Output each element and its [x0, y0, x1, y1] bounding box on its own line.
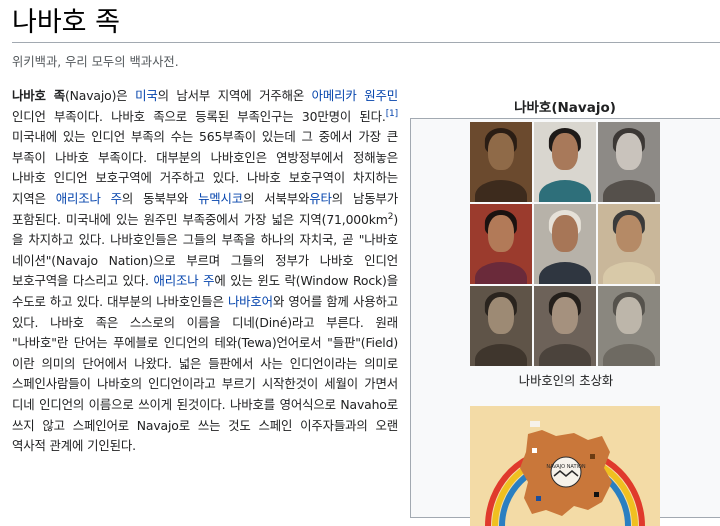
portrait-image [534, 286, 596, 366]
article-text: 의 동북부와 [121, 190, 199, 206]
portrait-image [598, 122, 660, 202]
link-utah[interactable]: 유타 [309, 191, 332, 206]
portrait-image [534, 204, 596, 284]
portrait-image [470, 122, 532, 202]
portrait-image [470, 204, 532, 284]
article-text: 와 영어를 함께 사용하고 있다. 나바호 족은 스스로의 이름을 디네(Din… [12, 293, 398, 454]
page-title: 나바호 족 [12, 7, 120, 38]
article-text: 의 남서부 지역에 거주해온 [157, 88, 312, 103]
portrait-image [534, 122, 596, 202]
article-paragraph: 나바호 족(Navajo)은 미국의 남서부 지역에 거주해온 아메리카 원주민… [12, 86, 398, 457]
navajo-nation-flag[interactable]: NAVAJO NATION [470, 406, 660, 526]
page-tagline: 위키백과, 우리 모두의 백과사전. [12, 55, 179, 69]
reference-link-1[interactable]: [1] [386, 108, 398, 118]
article-text: 인디언 부족이다. 나바호 족으로 등록된 부족인구는 30만명이 된다. [12, 108, 386, 124]
link-new-mexico[interactable]: 뉴멕시코 [198, 191, 243, 206]
link-native-americans[interactable]: 아메리카 원주민 [312, 88, 398, 103]
flag-seal-text: NAVAJO NATION [546, 464, 586, 470]
article-text: 의 서북부와 [243, 190, 310, 206]
portrait-collage[interactable] [470, 122, 660, 368]
infobox: 나바호인의 초상화 NAVAJO NATION [410, 118, 720, 526]
article-subject: 나바호 족 [12, 88, 65, 103]
portrait-image [598, 204, 660, 284]
portrait-image [470, 286, 532, 366]
article-text: (Navajo)은 [64, 88, 136, 103]
link-navajo-language[interactable]: 나바호어 [228, 294, 273, 309]
portrait-caption: 나바호인의 초상화 [518, 374, 614, 388]
title-divider [12, 42, 720, 43]
portrait-image [598, 286, 660, 366]
link-usa[interactable]: 미국 [135, 88, 158, 103]
infobox-title: 나바호(Navajo) [514, 100, 616, 116]
link-arizona[interactable]: 애리조나 주 [56, 191, 122, 206]
link-arizona-2[interactable]: 애리조나 주 [153, 273, 214, 288]
flag-graphic: NAVAJO NATION [485, 421, 645, 526]
